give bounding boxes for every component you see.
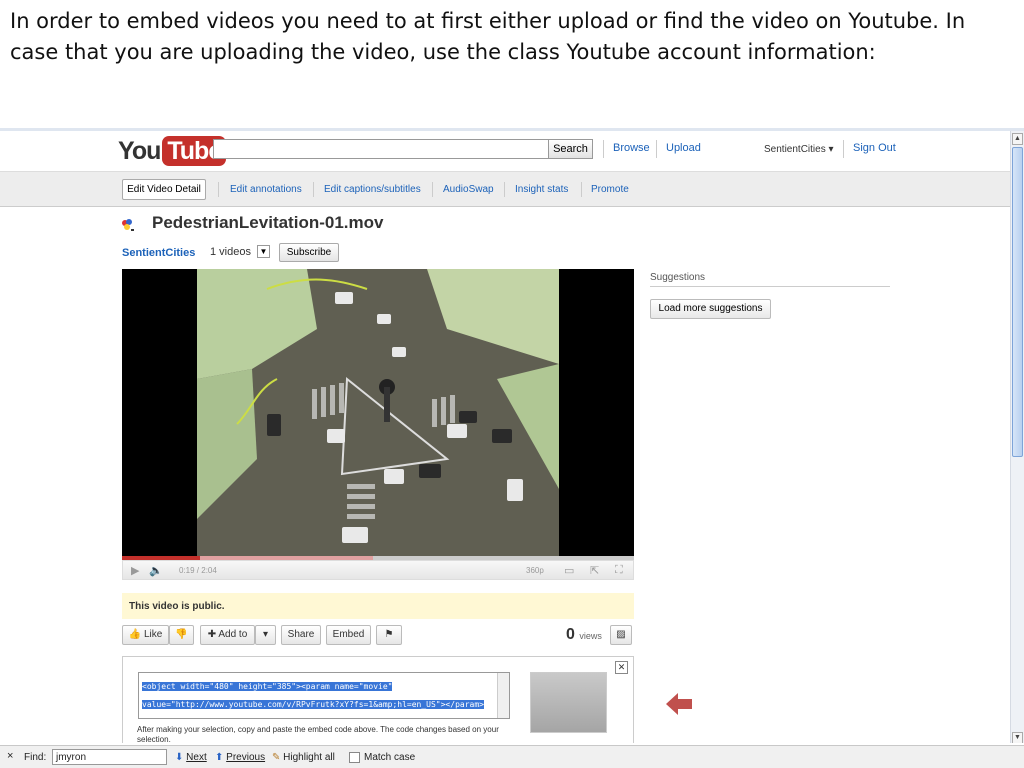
- public-notice: This video is public.: [122, 593, 634, 619]
- like-label: Like: [143, 629, 163, 640]
- nav-promote[interactable]: Promote: [591, 184, 629, 195]
- browse-link[interactable]: Browse: [613, 142, 650, 154]
- stats-button[interactable]: ▨: [610, 625, 632, 645]
- nav-divider: [581, 182, 582, 197]
- nav-edit-captions[interactable]: Edit captions/subtitles: [324, 184, 421, 195]
- add-to-dropdown[interactable]: ▾: [255, 625, 276, 645]
- find-label: Find:: [24, 752, 47, 763]
- find-input[interactable]: jmyron: [52, 749, 167, 765]
- find-next-button[interactable]: ⬇ Next: [175, 752, 207, 763]
- video-player[interactable]: [122, 269, 634, 557]
- view-count-number: 0: [566, 626, 575, 643]
- chevron-down-icon: ▾: [828, 144, 834, 155]
- video-controls: ▶ 🔈 0:19 / 2:04 360p ▭ ⇱ ⛶: [122, 560, 634, 580]
- fullscreen-icon[interactable]: ⛶: [615, 564, 623, 577]
- scroll-up-icon[interactable]: ▲: [1012, 133, 1023, 145]
- video-title: PedestrianLevitation-01.mov: [152, 213, 384, 232]
- user-menu[interactable]: SentientCities ▾: [764, 144, 834, 155]
- nav-edit-annotations[interactable]: Edit annotations: [230, 184, 302, 195]
- upload-link[interactable]: Upload: [666, 142, 701, 154]
- find-bar: × Find: jmyron ⬇ Next ⬆ Previous ✎ Highl…: [0, 745, 1024, 768]
- page-scrollbar[interactable]: ▲ ▼: [1010, 131, 1024, 743]
- time-display: 0:19 / 2:04: [179, 566, 217, 575]
- header-divider: [603, 140, 604, 158]
- search-input[interactable]: [213, 139, 550, 159]
- find-previous-button[interactable]: ⬆ Previous: [215, 752, 265, 763]
- dislike-button[interactable]: 👎: [169, 625, 194, 645]
- arrow-down-icon: ⬇: [175, 752, 184, 763]
- scrollbar-thumb[interactable]: [1012, 147, 1023, 457]
- expand-icon[interactable]: ⇱: [590, 564, 599, 577]
- flag-button[interactable]: ⚑: [376, 625, 402, 645]
- browser-viewport: You Tube Search Browse Upload SentientCi…: [0, 128, 1024, 743]
- embed-preview-thumbnail: [530, 672, 607, 733]
- embed-instructions: After making your selection, copy and pa…: [137, 725, 499, 743]
- header-divider: [656, 140, 657, 158]
- edit-video-detail-button[interactable]: Edit Video Detail: [122, 179, 206, 200]
- embed-panel: ✕ <object width="480" height="385"><para…: [122, 656, 634, 743]
- like-button[interactable]: 👍 Like: [122, 625, 169, 645]
- add-to-label: Add to: [218, 629, 248, 640]
- chevron-down-icon: ▾: [262, 629, 269, 640]
- video-count: 1 videos: [210, 246, 251, 258]
- nav-divider: [432, 182, 433, 197]
- subscribe-button[interactable]: Subscribe: [279, 243, 339, 262]
- close-icon[interactable]: ×: [7, 750, 13, 762]
- volume-icon[interactable]: 🔈: [149, 564, 163, 577]
- add-to-button[interactable]: ✚ Add to: [200, 625, 255, 645]
- flag-icon: ⚑: [384, 629, 394, 640]
- embed-code-textarea[interactable]: <object width="480" height="385"><param …: [138, 672, 510, 719]
- chevron-down-icon[interactable]: ▼: [257, 245, 270, 258]
- channel-link[interactable]: SentientCities: [122, 247, 195, 259]
- match-case-checkbox[interactable]: [349, 752, 360, 763]
- video-actions: 👍 Like 👎 ✚ Add to ▾ Share Embed ⚑ 0 view…: [122, 623, 634, 647]
- nav-audioswap[interactable]: AudioSwap: [443, 184, 494, 195]
- video-edit-nav: Edit Video Detail Edit annotations Edit …: [0, 171, 1010, 207]
- highlighter-icon: ✎: [272, 752, 281, 763]
- youtube-logo[interactable]: You Tube: [118, 135, 227, 167]
- header-divider: [843, 140, 844, 158]
- sign-out-link[interactable]: Sign Out: [853, 142, 896, 154]
- plus-icon: ✚: [207, 629, 217, 640]
- logo-you-text: You: [118, 136, 161, 165]
- find-previous-label: Previous: [226, 752, 266, 763]
- share-button[interactable]: Share: [281, 625, 321, 645]
- nav-divider: [313, 182, 314, 197]
- search-button[interactable]: Search: [548, 139, 593, 159]
- embed-code-text: <object width="480" height="385"><param …: [142, 682, 484, 718]
- view-count-label: views: [579, 631, 602, 641]
- nav-divider: [218, 182, 219, 197]
- play-icon[interactable]: ▶: [131, 564, 139, 577]
- find-next-label: Next: [186, 752, 207, 763]
- suggestions-heading: Suggestions: [650, 272, 890, 287]
- video-frame: [197, 269, 559, 557]
- popout-icon[interactable]: ▭: [564, 564, 574, 577]
- slide-instruction: In order to embed videos you need to at …: [10, 9, 966, 64]
- nav-insight-stats[interactable]: Insight stats: [515, 184, 568, 195]
- embed-button[interactable]: Embed: [326, 625, 371, 645]
- video-status-icon: [122, 219, 134, 231]
- username: SentientCities: [764, 144, 826, 155]
- embed-code-scrollbar[interactable]: [497, 673, 509, 718]
- highlight-all-label: Highlight all: [283, 752, 335, 763]
- chart-icon: ▨: [616, 629, 626, 640]
- arrow-up-icon: ⬆: [215, 752, 224, 763]
- scroll-down-icon[interactable]: ▼: [1012, 732, 1023, 743]
- quality-selector[interactable]: 360p: [526, 566, 544, 575]
- thumbs-up-icon: 👍: [128, 629, 142, 640]
- left-arrow-icon: [666, 693, 692, 715]
- load-more-suggestions-button[interactable]: Load more suggestions: [650, 299, 771, 319]
- close-icon[interactable]: ✕: [615, 661, 628, 674]
- youtube-header: You Tube Search Browse Upload SentientCi…: [0, 131, 1010, 171]
- nav-divider: [504, 182, 505, 197]
- match-case-label: Match case: [364, 752, 416, 763]
- thumbs-down-icon: 👎: [175, 629, 188, 640]
- highlight-all-button[interactable]: ✎ Highlight all: [272, 752, 335, 763]
- view-count: 0 views: [566, 626, 602, 644]
